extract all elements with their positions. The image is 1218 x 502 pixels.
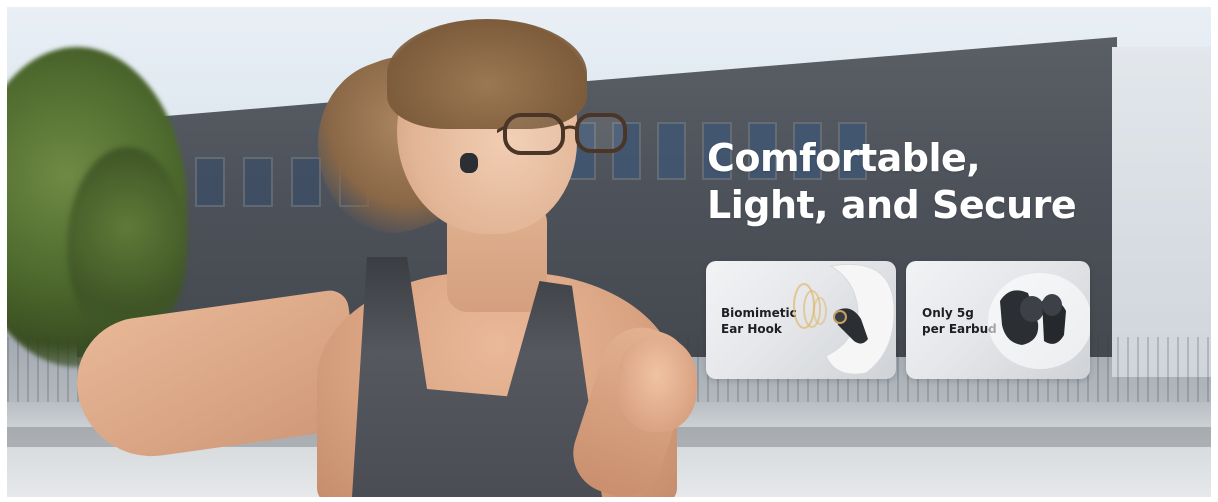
- running-woman-photo: [67, 7, 707, 497]
- headline-line-1: Comfortable,: [707, 136, 981, 180]
- feature-card-ear-hook: Biomimetic Ear Hook: [706, 261, 896, 379]
- headline-line-2: Light, and Secure: [707, 183, 1077, 227]
- earbud-on-ear-graphic: [460, 153, 478, 173]
- feature-card-weight: Only 5g per Earbud: [906, 261, 1090, 379]
- ear-hook-graphic: [793, 263, 895, 375]
- earbud-pair-graphic: [988, 273, 1090, 369]
- product-banner: Comfortable, Light, and Secure Biomimeti…: [7, 7, 1211, 497]
- headline: Comfortable, Light, and Secure: [707, 135, 1127, 229]
- right-fist: [617, 337, 697, 432]
- glasses-icon: [497, 113, 627, 155]
